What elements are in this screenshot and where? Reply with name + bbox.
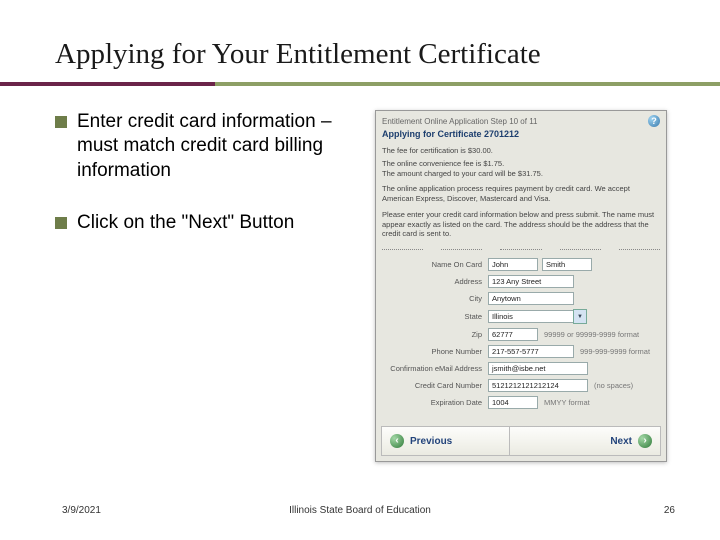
- slide-title: Applying for Your Entitlement Certificat…: [55, 38, 541, 71]
- label-address: Address: [382, 277, 488, 286]
- previous-arrow-icon: ‹: [390, 434, 404, 448]
- bullet-1: Enter credit card information – must mat…: [55, 110, 345, 183]
- label-email: Confirmation eMail Address: [382, 364, 488, 373]
- footer-org: Illinois State Board of Education: [289, 505, 431, 516]
- phone-input[interactable]: 217-557-5777: [488, 345, 574, 358]
- city-input[interactable]: Anytown: [488, 292, 574, 305]
- body-text: Enter credit card information – must mat…: [55, 110, 345, 263]
- application-screenshot: Entitlement Online Application Step 10 o…: [375, 110, 667, 462]
- label-state: State: [382, 312, 488, 321]
- label-name: Name On Card: [382, 260, 488, 269]
- bullet-1-text: Enter credit card information – must mat…: [77, 110, 345, 183]
- label-card: Credit Card Number: [382, 381, 488, 390]
- label-city: City: [382, 294, 488, 303]
- fee-line-2: The online convenience fee is $1.75.: [376, 159, 666, 169]
- label-phone: Phone Number: [382, 347, 488, 356]
- card-input[interactable]: 5121212121212124: [488, 379, 588, 392]
- footer-page-number: 26: [664, 505, 675, 516]
- help-icon[interactable]: ?: [648, 115, 660, 127]
- state-select[interactable]: Illinois ▼: [488, 309, 587, 324]
- label-zip: Zip: [382, 330, 488, 339]
- next-label: Next: [610, 436, 632, 447]
- para-2: Please enter your credit card informatio…: [376, 207, 666, 242]
- bullet-2-text: Click on the "Next" Button: [77, 211, 294, 235]
- name-first-input[interactable]: John: [488, 258, 538, 271]
- card-hint: (no spaces): [594, 381, 633, 390]
- next-arrow-icon: ›: [638, 434, 652, 448]
- address-input[interactable]: 123 Any Street: [488, 275, 574, 288]
- shot-heading: Applying for Certificate 2701212: [376, 129, 666, 143]
- zip-hint: 99999 or 99999-9999 format: [544, 330, 639, 339]
- previous-label: Previous: [410, 436, 452, 447]
- chevron-down-icon: ▼: [573, 309, 587, 324]
- para-1: The online application process requires …: [376, 181, 666, 207]
- fee-line-3: The amount charged to your card will be …: [376, 169, 666, 182]
- exp-hint: MMYY format: [544, 398, 590, 407]
- title-rule: [0, 82, 720, 86]
- next-button[interactable]: Next ›: [509, 426, 661, 456]
- label-exp: Expiration Date: [382, 398, 488, 407]
- name-last-input[interactable]: Smith: [542, 258, 592, 271]
- phone-hint: 999-999-9999 format: [580, 347, 650, 356]
- bullet-square-icon: [55, 116, 67, 128]
- email-input[interactable]: jsmith@isbe.net: [488, 362, 588, 375]
- bullet-square-icon: [55, 217, 67, 229]
- step-label: Entitlement Online Application Step 10 o…: [382, 117, 538, 126]
- card-illustration-row: [376, 242, 666, 256]
- exp-input[interactable]: 1004: [488, 396, 538, 409]
- fee-line-1: The fee for certification is $30.00.: [376, 143, 666, 159]
- bullet-2: Click on the "Next" Button: [55, 211, 345, 235]
- zip-input[interactable]: 62777: [488, 328, 538, 341]
- footer-date: 3/9/2021: [62, 505, 101, 516]
- state-value: Illinois: [488, 310, 574, 323]
